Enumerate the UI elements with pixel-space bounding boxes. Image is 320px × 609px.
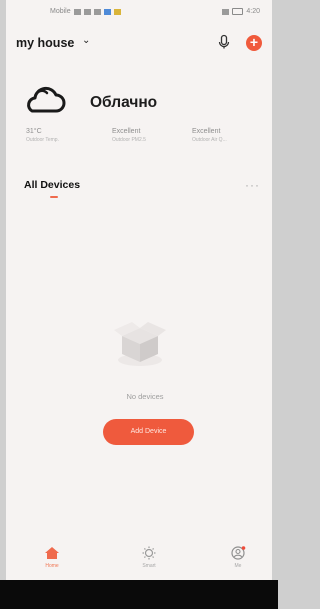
stat-value: 31°C: [26, 128, 42, 135]
empty-state-text: No devices: [126, 392, 164, 401]
status-right: 4:20: [222, 8, 260, 15]
home-header: my house ⌄ +: [16, 34, 264, 58]
stat-label: Outdoor Temp.: [26, 137, 59, 143]
tab-smart[interactable]: Smart: [129, 546, 169, 569]
empty-box-icon: [110, 314, 170, 370]
active-tab-indicator: [50, 196, 58, 198]
home-name[interactable]: my house: [16, 36, 74, 50]
app-notification-icon: [103, 8, 111, 15]
weather-condition: Облачно: [90, 94, 158, 111]
stat-label: Outdoor Air Q...: [192, 137, 227, 143]
smart-icon: [142, 546, 156, 560]
stat-temperature: 31°C Outdoor Temp.: [26, 128, 59, 143]
app-notification-icon-2: [113, 8, 121, 15]
tab-all-devices[interactable]: All Devices: [24, 179, 80, 191]
home-icon: [45, 547, 59, 559]
carrier-text: Mobile: [50, 8, 71, 15]
wifi-icon: [93, 8, 101, 15]
add-icon[interactable]: +: [246, 35, 262, 51]
profile-icon: [231, 546, 246, 560]
tab-label: Me: [234, 563, 242, 569]
stat-label: Outdoor PM2.5: [112, 137, 146, 143]
status-bar: Mobile 4:20: [6, 0, 272, 24]
clock-text: 4:20: [246, 8, 260, 15]
stat-value: Excellent: [192, 128, 221, 135]
stat-value: Excellent: [112, 128, 141, 135]
chevron-down-icon[interactable]: ⌄: [82, 35, 90, 46]
microphone-icon[interactable]: [216, 34, 232, 50]
signal-icon: [73, 8, 81, 15]
alarm-icon: [222, 8, 230, 15]
more-icon[interactable]: ···: [245, 178, 260, 192]
bottom-tab-bar: Home Smart Me: [6, 540, 272, 580]
tab-home[interactable]: Home: [32, 546, 72, 569]
cloud-icon: [22, 84, 68, 116]
stat-pm25: Excellent Outdoor PM2.5: [112, 128, 146, 143]
navigation-bar: [0, 580, 278, 609]
tab-label: Home: [45, 563, 59, 569]
add-device-button[interactable]: Add Device: [103, 419, 194, 445]
tab-me[interactable]: Me: [218, 546, 258, 569]
battery-icon: [232, 8, 244, 15]
stat-air-quality: Excellent Outdoor Air Q...: [192, 128, 227, 143]
tab-label: Smart: [142, 563, 156, 569]
app-screen: Mobile 4:20 my house ⌄ + Облачно 31°C Ou…: [6, 0, 272, 580]
network-icon: [83, 8, 91, 15]
status-left: Mobile: [50, 8, 121, 15]
